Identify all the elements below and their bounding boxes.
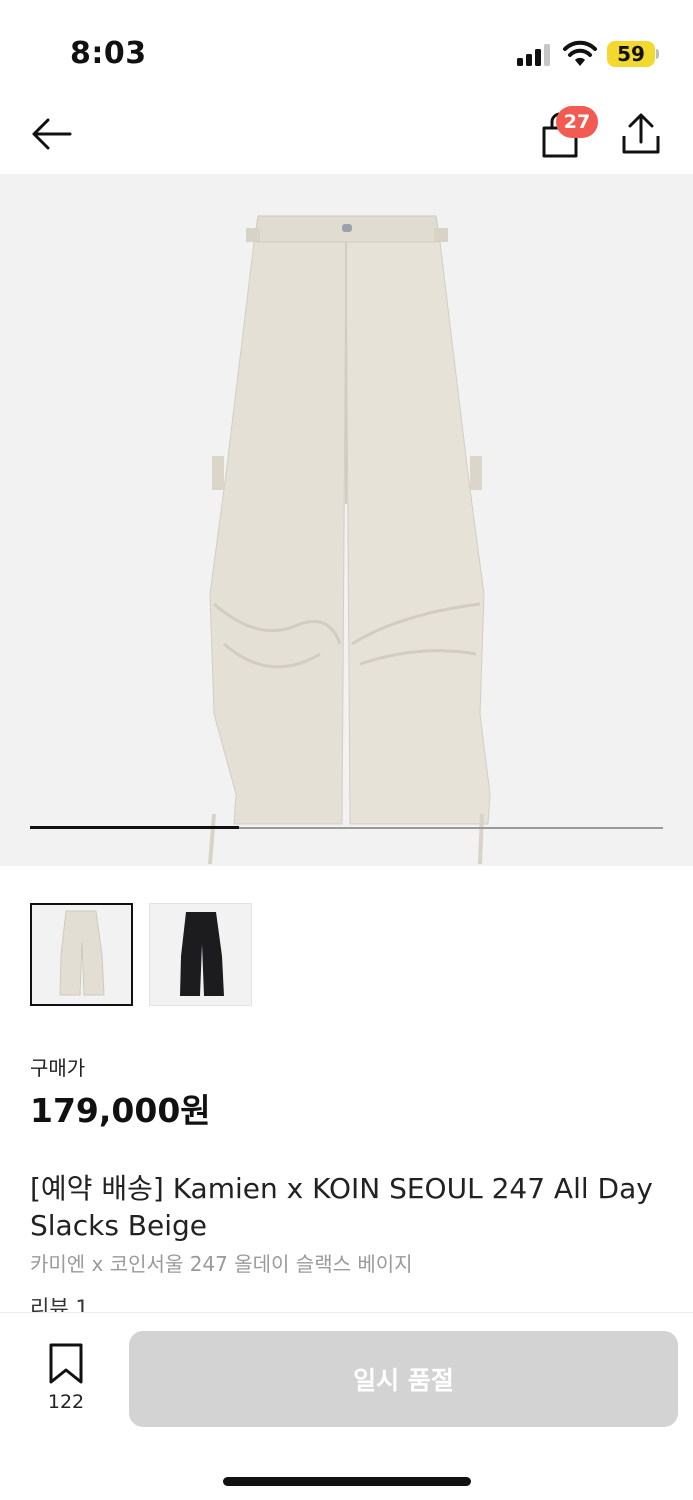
status-time: 8:03 xyxy=(70,36,147,71)
price-label: 구매가 xyxy=(30,1056,86,1080)
bookmark-icon xyxy=(49,1343,83,1384)
arrow-left-icon xyxy=(32,118,72,150)
product-image xyxy=(208,215,491,865)
product-subtitle: 카미엔 x 코인서울 247 올데이 슬랙스 베이지 xyxy=(30,1252,413,1276)
soldout-button[interactable]: 일시 품절 xyxy=(129,1331,678,1427)
gallery-progress-bar xyxy=(30,826,663,829)
wifi-icon xyxy=(563,40,597,66)
cellular-signal-icon xyxy=(517,44,550,66)
thumbnail-black-image xyxy=(180,912,224,996)
thumbnail-beige-image xyxy=(59,910,105,996)
home-indicator xyxy=(223,1477,471,1486)
product-title: [예약 배송] Kamien x KOIN SEOUL 247 All Day … xyxy=(30,1172,653,1242)
battery-indicator: 59 xyxy=(607,41,659,67)
bottom-action-bar: 122 일시 품절 xyxy=(0,1312,693,1500)
thumbnail-beige[interactable] xyxy=(30,903,133,1006)
back-button[interactable] xyxy=(28,114,74,154)
share-upload-icon xyxy=(622,113,660,154)
share-button[interactable] xyxy=(618,110,664,160)
status-bar: 8:03 59 xyxy=(0,0,693,100)
thumbnail-black[interactable] xyxy=(149,903,252,1006)
thumbnail-strip xyxy=(30,903,252,1007)
bookmark-count: 122 xyxy=(47,1391,85,1413)
gallery-progress-fill xyxy=(30,826,239,829)
product-image-gallery[interactable] xyxy=(0,174,693,866)
battery-level: 59 xyxy=(617,42,645,66)
cart-count-badge: 27 xyxy=(556,106,598,138)
price: 179,000원 xyxy=(30,1091,211,1130)
bookmark-button[interactable]: 122 xyxy=(36,1343,96,1417)
